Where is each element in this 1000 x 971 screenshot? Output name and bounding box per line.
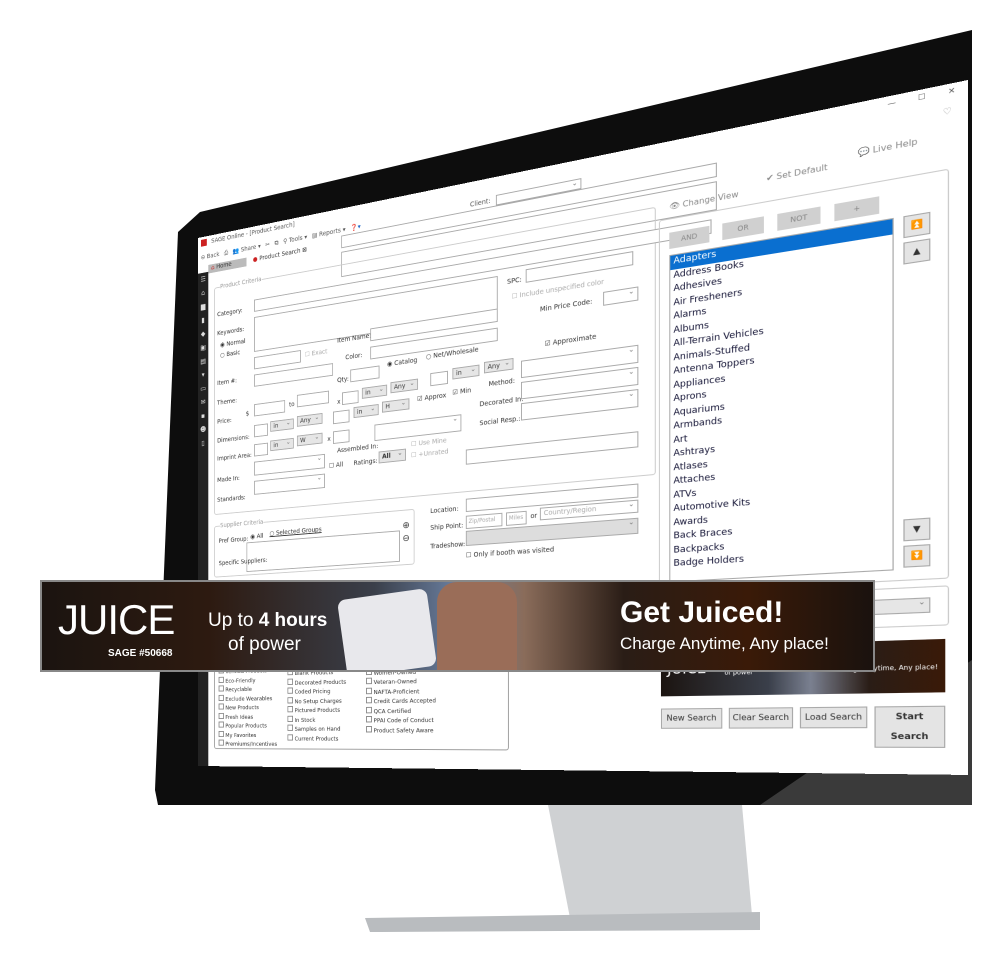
location-label: Location: bbox=[430, 505, 459, 515]
minimize-button[interactable]: — bbox=[887, 98, 895, 108]
share-button[interactable]: 👥 Share ▾ bbox=[233, 243, 261, 255]
filter-checkbox[interactable]: Credit Cards Accepted bbox=[366, 696, 436, 707]
copy-icon[interactable]: ⧉ bbox=[275, 239, 279, 248]
dollar-sign: $ bbox=[245, 410, 250, 418]
help-icon[interactable]: ❓▾ bbox=[351, 223, 361, 232]
chat-bubble-icon: 💬 bbox=[857, 145, 870, 158]
filter-checkbox[interactable]: Samples on Hand bbox=[287, 724, 346, 734]
to-label: to bbox=[289, 400, 295, 409]
banner-brand-logo: JUICE bbox=[58, 596, 175, 643]
new-search-button[interactable]: New Search bbox=[660, 707, 723, 729]
filter-checkbox[interactable]: My Favorites bbox=[219, 730, 277, 739]
filter-checkbox[interactable]: QCA Certified bbox=[366, 706, 436, 716]
filter-checkbox[interactable]: Fresh Ideas bbox=[219, 712, 277, 722]
move-up-button[interactable]: ▲ bbox=[903, 238, 931, 265]
add-supplier-icon[interactable]: ⊕ bbox=[402, 520, 409, 531]
chat-icon[interactable]: ▪ bbox=[198, 409, 208, 424]
filter-checkbox[interactable]: Current Products bbox=[287, 734, 346, 743]
filter-checkbox[interactable]: In Stock bbox=[287, 715, 346, 725]
move-down-button[interactable]: ▼ bbox=[903, 517, 931, 542]
load-search-button[interactable]: Load Search bbox=[799, 706, 868, 729]
start-search-button[interactable]: Start Search bbox=[874, 705, 946, 748]
filter-checkbox[interactable]: Premiums/Incentives bbox=[219, 740, 277, 749]
filter-checkbox[interactable]: Popular Products bbox=[219, 721, 277, 730]
ship-point-label: Ship Point: bbox=[430, 521, 464, 532]
move-bottom-button[interactable]: ⏬ bbox=[903, 544, 931, 568]
set-default-button[interactable]: ✔ Set Default bbox=[766, 162, 827, 183]
filter-checkbox[interactable]: Exclude Wearables bbox=[219, 693, 277, 703]
close-button[interactable]: ✕ bbox=[948, 86, 955, 96]
favorite-icon[interactable]: ♡ bbox=[943, 106, 952, 118]
filter-column-2: Blank Products Decorated Products Coded Pr… bbox=[287, 667, 347, 743]
book-icon[interactable]: ▯ bbox=[198, 436, 208, 451]
monitor-stand-neck bbox=[548, 805, 752, 918]
qty-x-input[interactable] bbox=[342, 390, 359, 406]
cut-icon[interactable]: ✂ bbox=[265, 241, 270, 249]
filter-column-1: Verified ProductsEco-FriendlyRecyclableE… bbox=[219, 666, 277, 749]
imprint-w-input[interactable] bbox=[333, 429, 350, 444]
check-circle-icon: ✔ bbox=[766, 172, 774, 184]
clear-search-button[interactable]: Clear Search bbox=[728, 707, 794, 729]
filter-checkbox[interactable]: Product Safety Aware bbox=[366, 725, 436, 735]
zip-input[interactable]: Zip/Postal bbox=[465, 512, 503, 530]
filter-checkbox[interactable]: Decorated Products bbox=[287, 677, 347, 688]
category-list[interactable]: Adapters Address Books Adhesives Air Freshe… bbox=[669, 217, 894, 583]
monitor-stand-base bbox=[365, 912, 760, 932]
banner-power-text: of power bbox=[228, 634, 301, 655]
ad-banner[interactable]: JUICE SAGE #50668 Up to 4 hours of power… bbox=[40, 580, 875, 672]
print-icon[interactable]: ⎙ bbox=[224, 249, 228, 258]
or-label: or bbox=[530, 511, 538, 521]
move-top-button[interactable]: ⏫ bbox=[903, 211, 931, 239]
dim-x-input[interactable] bbox=[430, 370, 448, 387]
back-button[interactable]: ⊖ Back bbox=[201, 251, 220, 261]
live-help-button[interactable]: 💬 Live Help bbox=[858, 137, 918, 158]
maximize-button[interactable]: ☐ bbox=[918, 92, 926, 102]
remove-supplier-icon[interactable]: ⊖ bbox=[402, 533, 409, 544]
only-booth-checkbox[interactable]: ☐ Only if booth was visited bbox=[466, 546, 554, 560]
tools-button[interactable]: ⚲ Tools ▾ bbox=[283, 233, 307, 245]
pref-group-all-radio[interactable]: ◉ All bbox=[250, 532, 263, 540]
banner-tagline: Charge Anytime, Any place! bbox=[620, 634, 829, 653]
power-bank-image bbox=[337, 588, 437, 670]
imprint-l-input[interactable] bbox=[254, 442, 268, 457]
miles-input[interactable]: Miles bbox=[506, 510, 527, 526]
sage-logo-icon bbox=[200, 238, 207, 247]
x-label-2: x bbox=[327, 435, 331, 443]
x-label: x bbox=[337, 398, 341, 406]
hand-image bbox=[437, 582, 517, 670]
banner-hours-text: Up to 4 hours bbox=[208, 610, 328, 631]
filter-checkbox[interactable]: Pictured Products bbox=[287, 705, 346, 715]
people-icon[interactable]: ☻ bbox=[198, 422, 208, 437]
eye-icon: 👁 bbox=[669, 200, 680, 212]
dimension-w-input[interactable] bbox=[333, 409, 350, 425]
dimension-l-input[interactable] bbox=[254, 423, 268, 438]
sidebar: ☰ ⌂ ▆ ▮ ◆ ▣ ▤ ▾ ▭ ✉ ▪ ☻ ▯ bbox=[198, 271, 209, 767]
all-checkbox[interactable]: ☐ All bbox=[329, 461, 343, 470]
filter-checkbox[interactable]: PPAI Code of Conduct bbox=[366, 715, 436, 725]
banner-sage-number: SAGE #50668 bbox=[108, 648, 173, 659]
banner-headline: Get Juiced! bbox=[620, 596, 784, 629]
tradeshow-label: Tradeshow: bbox=[430, 540, 466, 551]
